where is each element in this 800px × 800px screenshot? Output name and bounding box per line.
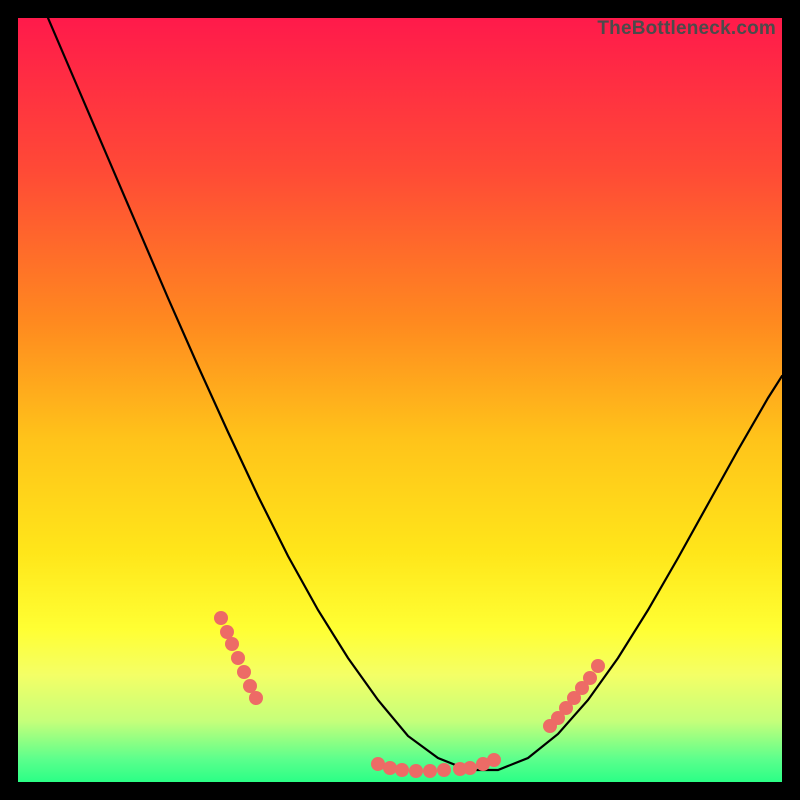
data-point: [220, 625, 234, 639]
data-point: [409, 764, 423, 778]
data-point: [383, 761, 397, 775]
gradient-background: [18, 18, 782, 782]
data-point: [225, 637, 239, 651]
data-point: [237, 665, 251, 679]
data-point: [423, 764, 437, 778]
data-point: [463, 761, 477, 775]
data-point: [214, 611, 228, 625]
data-point: [243, 679, 257, 693]
chart-frame: TheBottleneck.com: [18, 18, 782, 782]
bottleneck-chart: [18, 18, 782, 782]
data-point: [437, 763, 451, 777]
data-point: [371, 757, 385, 771]
data-point: [395, 763, 409, 777]
data-point: [487, 753, 501, 767]
watermark-text: TheBottleneck.com: [597, 18, 776, 40]
data-point: [249, 691, 263, 705]
data-point: [591, 659, 605, 673]
data-point: [583, 671, 597, 685]
data-point: [231, 651, 245, 665]
